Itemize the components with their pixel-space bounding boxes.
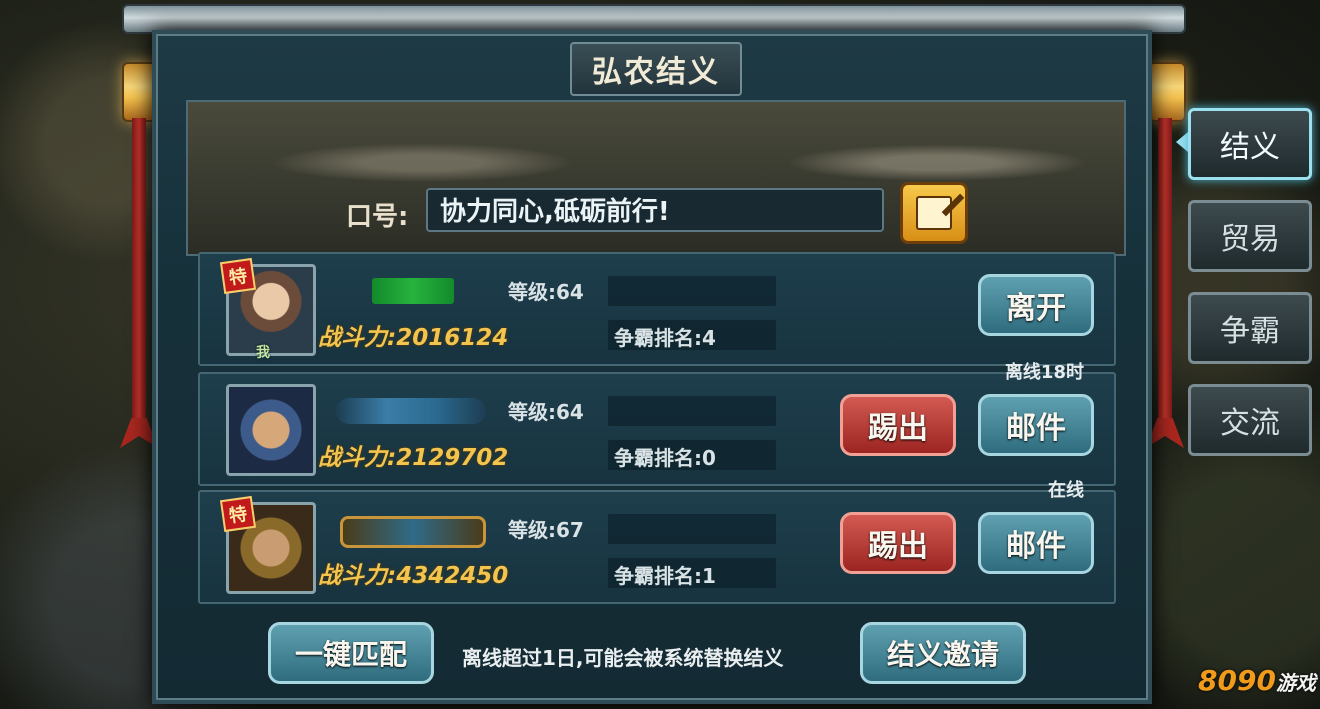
tab-exchange[interactable]: 交流	[1188, 384, 1312, 456]
tab-brotherhood[interactable]: 结义	[1188, 108, 1312, 180]
ribbon-right	[1158, 118, 1172, 428]
member-rank: 争霸排名:0	[614, 446, 716, 470]
ribbon-left	[132, 118, 146, 428]
member-power: 战斗力:4342450	[318, 563, 509, 589]
member-rank: 争霸排名:1	[614, 564, 716, 588]
member-level: 等级:64	[508, 400, 584, 424]
leave-button[interactable]: 离开	[978, 274, 1094, 336]
kick-button[interactable]: 踢出	[840, 394, 956, 456]
lantern-right-icon	[1148, 62, 1186, 122]
kick-button[interactable]: 踢出	[840, 512, 956, 574]
panel-title-box: 弘农结义	[570, 42, 742, 96]
member-row: 特 等级:67 战斗力:4342450 争霸排名:1 在线 踢出 邮件	[198, 480, 1116, 604]
member-power: 战斗力:2016124	[318, 325, 509, 351]
member-rank: 争霸排名:4	[614, 326, 716, 350]
tab-trade[interactable]: 贸易	[1188, 200, 1312, 272]
online-status: 离线18时	[1004, 362, 1084, 383]
member-level: 等级:64	[508, 280, 584, 304]
avatar[interactable]	[226, 384, 316, 476]
mail-button[interactable]: 邮件	[978, 512, 1094, 574]
special-badge: 特	[219, 495, 257, 533]
me-tag: 我	[256, 345, 270, 361]
edit-icon	[916, 196, 952, 230]
member-level: 等级:67	[508, 518, 584, 542]
brotherhood-panel: 弘农结义 口号: 协力同心,砥砺前行! 特 我 等级:64 战斗力:201612…	[152, 30, 1152, 704]
active-tab-arrow-icon	[1176, 132, 1188, 152]
slogan-field[interactable]: 协力同心,砥砺前行!	[426, 188, 884, 232]
invite-button[interactable]: 结义邀请	[860, 622, 1026, 684]
member-row: 等级:64 战斗力:2129702 争霸排名:0 离线18时 踢出 邮件	[198, 362, 1116, 486]
watermark-logo: 8090游戏	[1198, 664, 1316, 697]
online-status: 在线	[1048, 480, 1084, 501]
panel-title: 弘农结义	[592, 55, 720, 90]
slogan-label: 口号:	[346, 202, 409, 232]
level-field-bg	[608, 276, 776, 306]
auto-match-button[interactable]: 一键匹配	[268, 622, 434, 684]
mail-button[interactable]: 邮件	[978, 394, 1094, 456]
member-row: 特 我 等级:64 战斗力:2016124 争霸排名:4 离开	[198, 252, 1116, 366]
member-power: 战斗力:2129702	[318, 445, 509, 471]
edit-slogan-button[interactable]	[900, 182, 968, 244]
level-field-bg	[608, 396, 776, 426]
member-name-blurred	[336, 398, 486, 424]
member-name-blurred	[372, 278, 454, 304]
tab-contend[interactable]: 争霸	[1188, 292, 1312, 364]
level-field-bg	[608, 514, 776, 544]
offline-notice: 离线超过1日,可能会被系统替换结义	[462, 646, 784, 670]
member-name-blurred	[340, 516, 486, 548]
special-badge: 特	[219, 257, 257, 295]
